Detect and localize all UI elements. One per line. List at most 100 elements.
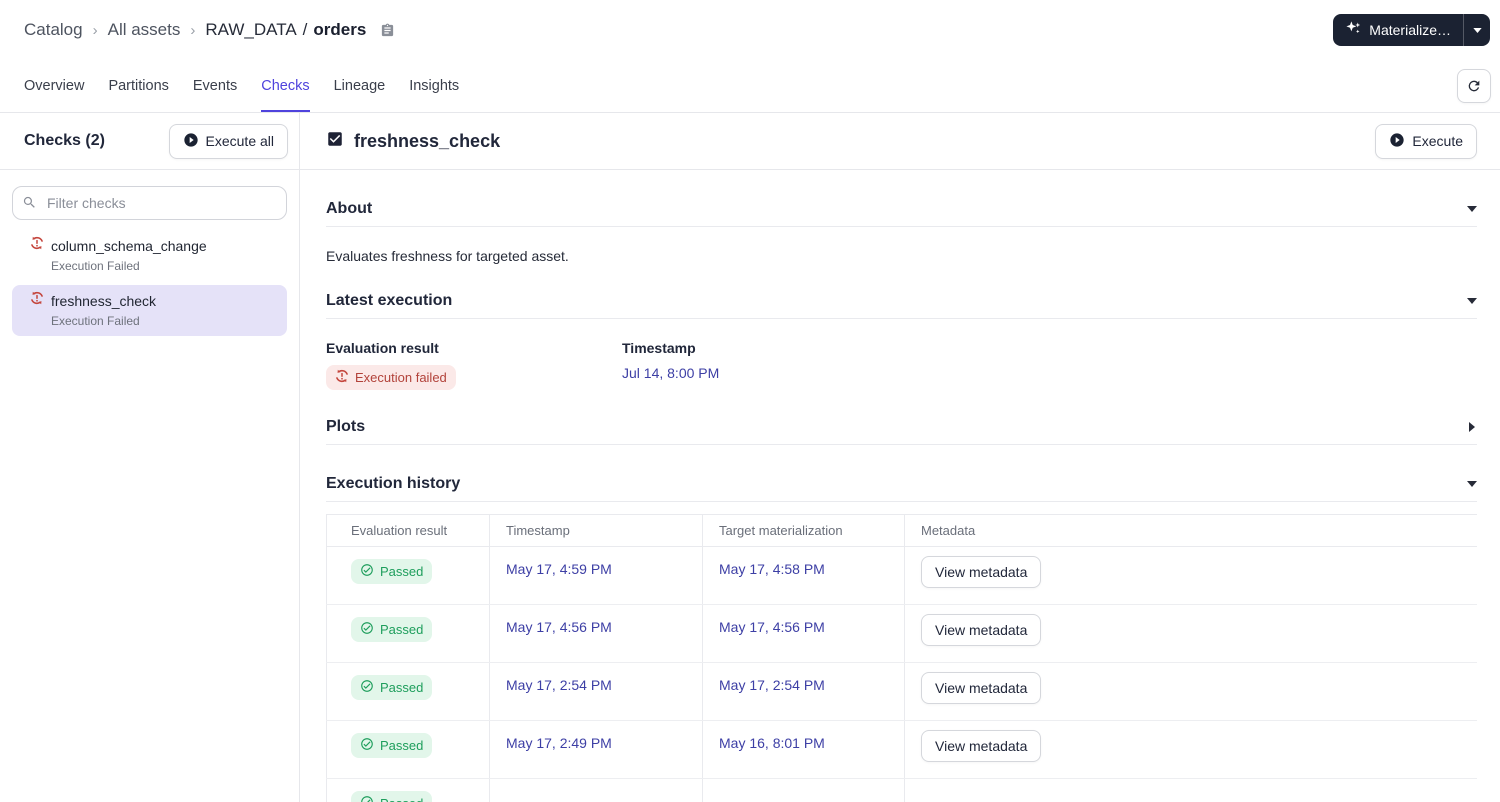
tab-partitions[interactable]: Partitions	[108, 60, 168, 112]
tab-events[interactable]: Events	[193, 60, 237, 112]
target-materialization-link[interactable]: May 17, 2:54 PM	[719, 677, 825, 693]
play-icon	[1389, 132, 1405, 151]
copy-asset-name-icon[interactable]	[380, 23, 395, 38]
filter-checks-input[interactable]	[12, 186, 287, 220]
check-circle-icon	[360, 679, 374, 696]
chevron-down-icon	[1472, 27, 1482, 33]
breadcrumb-separator: ›	[92, 21, 98, 39]
materialize-dropdown-button[interactable]	[1463, 14, 1490, 46]
checks-sidebar: Checks (2) Execute all column_sc	[0, 113, 300, 802]
search-icon	[22, 195, 37, 215]
timestamp-label: Timestamp	[622, 340, 696, 356]
history-table-body: Passed May 17, 4:59 PM May 17, 4:58 PM V…	[326, 546, 1477, 802]
execute-button[interactable]: Execute	[1375, 123, 1477, 159]
execution-timestamp-link[interactable]: May 17, 4:56 PM	[506, 619, 612, 635]
check-item-column_schema_change[interactable]: column_schema_change Execution Failed	[12, 230, 287, 281]
check-title: freshness_check	[354, 130, 501, 151]
tab-overview[interactable]: Overview	[24, 60, 84, 112]
check-detail-panel: freshness_check Execute About Evaluates …	[300, 113, 1500, 802]
execute-all-label: Execute all	[205, 133, 274, 149]
check-circle-icon	[360, 563, 374, 580]
asset-path-slash: /	[302, 20, 308, 39]
table-row: Passed May 17, 2:54 PM May 17, 2:54 PM V…	[326, 662, 1477, 721]
materialize-split-button: Materialize…	[1333, 14, 1490, 46]
execution-failed-badge-label: Execution failed	[355, 370, 447, 385]
about-description: Evaluates freshness for targeted asset.	[326, 248, 569, 264]
materialize-button[interactable]: Materialize…	[1333, 14, 1463, 46]
check-status: Execution Failed	[51, 314, 140, 328]
about-section-header[interactable]: About	[326, 200, 1477, 227]
about-title: About	[326, 200, 373, 217]
column-header-timestamp: Timestamp	[489, 514, 703, 547]
execution-timestamp-link[interactable]: May 17, 2:54 PM	[506, 677, 612, 693]
execution-history-section: Execution history Evaluation result Time…	[326, 475, 1477, 802]
table-row: Passed May 17, 4:56 PM May 17, 4:56 PM V…	[326, 604, 1477, 663]
filter-wrap	[0, 170, 299, 230]
target-materialization-link[interactable]: May 16, 8:01 PM	[719, 735, 825, 751]
passed-badge-label: Passed	[380, 738, 424, 753]
check-status: Execution Failed	[51, 259, 140, 273]
column-header-metadata: Metadata	[904, 514, 1477, 547]
view-metadata-button[interactable]: View metadata	[921, 556, 1042, 588]
tab-lineage[interactable]: Lineage	[334, 60, 386, 112]
check-circle-icon	[360, 621, 374, 638]
content: Checks (2) Execute all column_sc	[0, 113, 1500, 802]
collapse-caret-icon[interactable]	[1467, 206, 1477, 212]
refresh-icon	[1468, 80, 1480, 92]
check-item-freshness_check[interactable]: freshness_check Execution Failed	[12, 285, 287, 336]
passed-badge-label: Passed	[380, 680, 424, 695]
expand-caret-icon[interactable]	[1467, 422, 1477, 432]
refresh-button[interactable]	[1457, 69, 1491, 103]
sparkle-icon	[1345, 20, 1362, 40]
execution-history-table: Evaluation result Timestamp Target mater…	[326, 514, 1477, 802]
execution-history-title: Execution history	[326, 475, 461, 492]
evaluation-result-label: Evaluation result	[326, 340, 439, 356]
target-materialization-link[interactable]: May 17, 4:56 PM	[719, 619, 825, 635]
latest-timestamp-link[interactable]: Jul 14, 8:00 PM	[622, 365, 719, 381]
view-metadata-button[interactable]: View metadata	[921, 730, 1042, 762]
execution-failed-badge: Execution failed	[326, 365, 456, 390]
breadcrumb-catalog[interactable]: Catalog	[24, 20, 83, 40]
materialize-button-label: Materialize…	[1369, 22, 1451, 38]
execution-history-header[interactable]: Execution history	[326, 475, 1477, 502]
passed-badge-label: Passed	[380, 796, 423, 802]
check-list: column_schema_change Execution Failed fr…	[0, 230, 299, 336]
about-section: About Evaluates freshness for targeted a…	[326, 200, 1477, 264]
collapse-caret-icon[interactable]	[1467, 481, 1477, 487]
top-bar: Catalog › All assets › RAW_DATA / orders…	[0, 0, 1500, 60]
execution-failed-icon	[30, 236, 44, 255]
view-metadata-button[interactable]: View metadata	[921, 672, 1042, 704]
collapse-caret-icon[interactable]	[1467, 298, 1477, 304]
tabs-group: Overview Partitions Events Checks Lineage Ins…	[24, 60, 459, 112]
passed-badge: Passed	[351, 617, 433, 642]
breadcrumb: Catalog › All assets › RAW_DATA / orders	[24, 20, 395, 40]
tab-checks[interactable]: Checks	[261, 60, 310, 112]
passed-badge: Passed	[351, 675, 433, 700]
tab-bar: Overview Partitions Events Checks Lineage Ins…	[0, 60, 1500, 113]
column-header-target-materialization: Target materialization	[702, 514, 905, 547]
plots-section-header[interactable]: Plots	[326, 418, 1477, 445]
view-metadata-button[interactable]: View metadata	[921, 614, 1042, 646]
sidebar-header: Checks (2) Execute all	[0, 113, 299, 170]
play-icon	[183, 132, 199, 151]
execution-failed-icon	[30, 291, 44, 310]
check-circle-icon	[360, 795, 374, 802]
execute-all-button[interactable]: Execute all	[168, 123, 288, 159]
check-name: column_schema_change	[51, 237, 207, 254]
execution-timestamp-link[interactable]: May 17, 4:59 PM	[506, 561, 612, 577]
breadcrumb-all-assets[interactable]: All assets	[108, 20, 181, 40]
execution-timestamp-link[interactable]: May 17, 2:49 PM	[506, 735, 612, 751]
execute-label: Execute	[1412, 133, 1463, 149]
column-header-evaluation-result: Evaluation result	[326, 514, 490, 547]
table-row: Passed May 17, 2:49 PM May 16, 8:01 PM V…	[326, 720, 1477, 779]
checkbox-icon	[326, 130, 344, 153]
latest-execution-header[interactable]: Latest execution	[326, 292, 1477, 319]
check-name: freshness_check	[51, 292, 157, 309]
plots-title: Plots	[326, 418, 366, 435]
target-materialization-link[interactable]: May 17, 4:58 PM	[719, 561, 825, 577]
check-detail-header: freshness_check Execute	[300, 113, 1500, 170]
table-row: Passed May 17, 4:59 PM May 17, 4:58 PM V…	[326, 546, 1477, 605]
tab-insights[interactable]: Insights	[409, 60, 459, 112]
asset-name-label: orders	[313, 20, 367, 39]
passed-badge: Passed	[351, 733, 433, 758]
